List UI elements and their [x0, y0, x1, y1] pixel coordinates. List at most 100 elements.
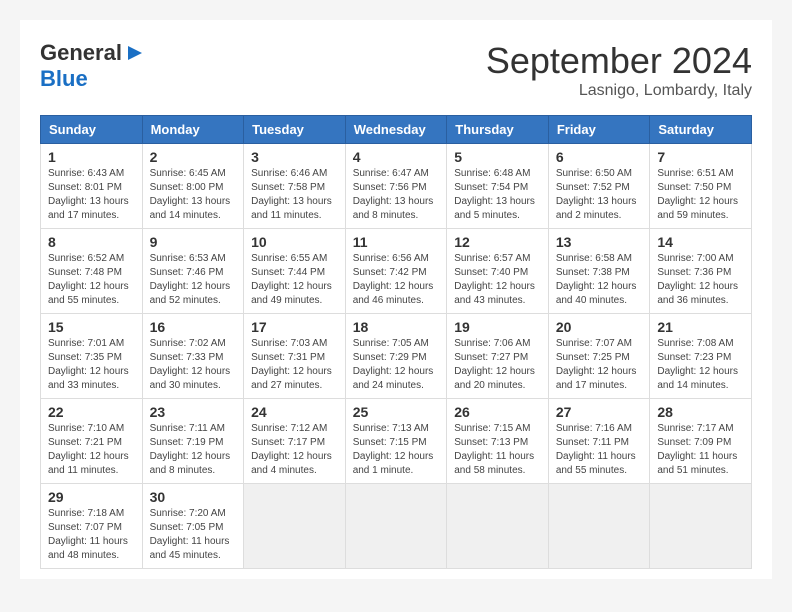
day-number: 1	[48, 149, 135, 165]
day-info: Sunrise: 6:48 AM Sunset: 7:54 PM Dayligh…	[454, 167, 541, 223]
table-row: 27 Sunrise: 7:16 AM Sunset: 7:11 PM Dayli…	[548, 399, 650, 484]
table-row: 6 Sunrise: 6:50 AM Sunset: 7:52 PM Daylig…	[548, 144, 650, 229]
calendar-week-row: 29 Sunrise: 7:18 AM Sunset: 7:07 PM Dayli…	[41, 484, 752, 569]
col-wednesday: Wednesday	[345, 116, 447, 144]
table-row: 22 Sunrise: 7:10 AM Sunset: 7:21 PM Dayli…	[41, 399, 143, 484]
table-row: 30 Sunrise: 7:20 AM Sunset: 7:05 PM Dayli…	[142, 484, 244, 569]
col-monday: Monday	[142, 116, 244, 144]
day-info: Sunrise: 7:08 AM Sunset: 7:23 PM Dayligh…	[657, 337, 744, 393]
day-number: 25	[353, 404, 440, 420]
day-number: 7	[657, 149, 744, 165]
col-thursday: Thursday	[447, 116, 549, 144]
day-number: 18	[353, 319, 440, 335]
day-info: Sunrise: 7:13 AM Sunset: 7:15 PM Dayligh…	[353, 422, 440, 478]
day-info: Sunrise: 6:45 AM Sunset: 8:00 PM Dayligh…	[150, 167, 237, 223]
day-number: 29	[48, 489, 135, 505]
day-info: Sunrise: 7:07 AM Sunset: 7:25 PM Dayligh…	[556, 337, 643, 393]
day-info: Sunrise: 7:05 AM Sunset: 7:29 PM Dayligh…	[353, 337, 440, 393]
day-number: 23	[150, 404, 237, 420]
calendar-header: General Blue September 2024 Lasnigo, Lom…	[40, 40, 752, 100]
calendar-header-row: Sunday Monday Tuesday Wednesday Thursday…	[41, 116, 752, 144]
day-info: Sunrise: 7:03 AM Sunset: 7:31 PM Dayligh…	[251, 337, 338, 393]
day-info: Sunrise: 7:16 AM Sunset: 7:11 PM Dayligh…	[556, 422, 643, 478]
day-number: 13	[556, 234, 643, 250]
day-number: 9	[150, 234, 237, 250]
table-row	[548, 484, 650, 569]
table-row: 29 Sunrise: 7:18 AM Sunset: 7:07 PM Dayli…	[41, 484, 143, 569]
table-row: 18 Sunrise: 7:05 AM Sunset: 7:29 PM Dayli…	[345, 314, 447, 399]
table-row: 9 Sunrise: 6:53 AM Sunset: 7:46 PM Daylig…	[142, 229, 244, 314]
logo-flag-icon	[124, 42, 146, 64]
day-number: 22	[48, 404, 135, 420]
calendar-week-row: 1 Sunrise: 6:43 AM Sunset: 8:01 PM Daylig…	[41, 144, 752, 229]
col-friday: Friday	[548, 116, 650, 144]
day-info: Sunrise: 6:53 AM Sunset: 7:46 PM Dayligh…	[150, 252, 237, 308]
col-tuesday: Tuesday	[244, 116, 346, 144]
day-info: Sunrise: 7:15 AM Sunset: 7:13 PM Dayligh…	[454, 422, 541, 478]
calendar-week-row: 8 Sunrise: 6:52 AM Sunset: 7:48 PM Daylig…	[41, 229, 752, 314]
day-number: 11	[353, 234, 440, 250]
table-row: 28Sunrise: 7:17 AM Sunset: 7:09 PM Dayli…	[650, 399, 752, 484]
title-block: September 2024 Lasnigo, Lombardy, Italy	[486, 40, 752, 100]
logo-general-text: General	[40, 40, 122, 66]
day-info: Sunrise: 7:17 AM Sunset: 7:09 PM Dayligh…	[657, 422, 744, 478]
table-row: 26 Sunrise: 7:15 AM Sunset: 7:13 PM Dayli…	[447, 399, 549, 484]
day-number: 24	[251, 404, 338, 420]
day-number: 16	[150, 319, 237, 335]
day-info: Sunrise: 6:50 AM Sunset: 7:52 PM Dayligh…	[556, 167, 643, 223]
day-number: 21	[657, 319, 744, 335]
day-info: Sunrise: 6:57 AM Sunset: 7:40 PM Dayligh…	[454, 252, 541, 308]
day-info: Sunrise: 7:12 AM Sunset: 7:17 PM Dayligh…	[251, 422, 338, 478]
table-row: 15Sunrise: 7:01 AM Sunset: 7:35 PM Dayli…	[41, 314, 143, 399]
day-info: Sunrise: 7:18 AM Sunset: 7:07 PM Dayligh…	[48, 507, 135, 563]
table-row: 25 Sunrise: 7:13 AM Sunset: 7:15 PM Dayli…	[345, 399, 447, 484]
calendar-table: Sunday Monday Tuesday Wednesday Thursday…	[40, 115, 752, 569]
day-info: Sunrise: 6:52 AM Sunset: 7:48 PM Dayligh…	[48, 252, 135, 308]
table-row: 1 Sunrise: 6:43 AM Sunset: 8:01 PM Daylig…	[41, 144, 143, 229]
table-row: 10 Sunrise: 6:55 AM Sunset: 7:44 PM Dayli…	[244, 229, 346, 314]
table-row: 17Sunrise: 7:03 AM Sunset: 7:31 PM Dayli…	[244, 314, 346, 399]
day-number: 20	[556, 319, 643, 335]
day-info: Sunrise: 6:43 AM Sunset: 8:01 PM Dayligh…	[48, 167, 135, 223]
table-row: 11Sunrise: 6:56 AM Sunset: 7:42 PM Dayli…	[345, 229, 447, 314]
day-number: 6	[556, 149, 643, 165]
day-info: Sunrise: 6:55 AM Sunset: 7:44 PM Dayligh…	[251, 252, 338, 308]
logo-blue-text: Blue	[40, 66, 88, 92]
day-info: Sunrise: 7:20 AM Sunset: 7:05 PM Dayligh…	[150, 507, 237, 563]
day-info: Sunrise: 6:51 AM Sunset: 7:50 PM Dayligh…	[657, 167, 744, 223]
day-number: 26	[454, 404, 541, 420]
table-row: 8 Sunrise: 6:52 AM Sunset: 7:48 PM Daylig…	[41, 229, 143, 314]
table-row: 5 Sunrise: 6:48 AM Sunset: 7:54 PM Daylig…	[447, 144, 549, 229]
table-row: 21 Sunrise: 7:08 AM Sunset: 7:23 PM Dayli…	[650, 314, 752, 399]
table-row: 12 Sunrise: 6:57 AM Sunset: 7:40 PM Dayli…	[447, 229, 549, 314]
day-info: Sunrise: 7:06 AM Sunset: 7:27 PM Dayligh…	[454, 337, 541, 393]
day-info: Sunrise: 7:10 AM Sunset: 7:21 PM Dayligh…	[48, 422, 135, 478]
calendar-week-row: 15Sunrise: 7:01 AM Sunset: 7:35 PM Dayli…	[41, 314, 752, 399]
day-number: 5	[454, 149, 541, 165]
day-info: Sunrise: 6:46 AM Sunset: 7:58 PM Dayligh…	[251, 167, 338, 223]
day-number: 30	[150, 489, 237, 505]
table-row: 14Sunrise: 7:00 AM Sunset: 7:36 PM Dayli…	[650, 229, 752, 314]
calendar-week-row: 22 Sunrise: 7:10 AM Sunset: 7:21 PM Dayli…	[41, 399, 752, 484]
table-row: 24 Sunrise: 7:12 AM Sunset: 7:17 PM Dayli…	[244, 399, 346, 484]
calendar-body: 1 Sunrise: 6:43 AM Sunset: 8:01 PM Daylig…	[41, 144, 752, 569]
table-row: 23Sunrise: 7:11 AM Sunset: 7:19 PM Dayli…	[142, 399, 244, 484]
day-number: 10	[251, 234, 338, 250]
day-info: Sunrise: 7:01 AM Sunset: 7:35 PM Dayligh…	[48, 337, 135, 393]
day-info: Sunrise: 6:47 AM Sunset: 7:56 PM Dayligh…	[353, 167, 440, 223]
table-row	[447, 484, 549, 569]
day-info: Sunrise: 6:58 AM Sunset: 7:38 PM Dayligh…	[556, 252, 643, 308]
col-sunday: Sunday	[41, 116, 143, 144]
table-row: 19Sunrise: 7:06 AM Sunset: 7:27 PM Dayli…	[447, 314, 549, 399]
table-row: 4Sunrise: 6:47 AM Sunset: 7:56 PM Daylig…	[345, 144, 447, 229]
day-info: Sunrise: 7:02 AM Sunset: 7:33 PM Dayligh…	[150, 337, 237, 393]
table-row	[650, 484, 752, 569]
table-row: 2Sunrise: 6:45 AM Sunset: 8:00 PM Daylig…	[142, 144, 244, 229]
day-number: 27	[556, 404, 643, 420]
day-number: 8	[48, 234, 135, 250]
table-row	[244, 484, 346, 569]
calendar-container: General Blue September 2024 Lasnigo, Lom…	[20, 20, 772, 579]
location-text: Lasnigo, Lombardy, Italy	[486, 82, 752, 100]
table-row	[345, 484, 447, 569]
day-number: 12	[454, 234, 541, 250]
